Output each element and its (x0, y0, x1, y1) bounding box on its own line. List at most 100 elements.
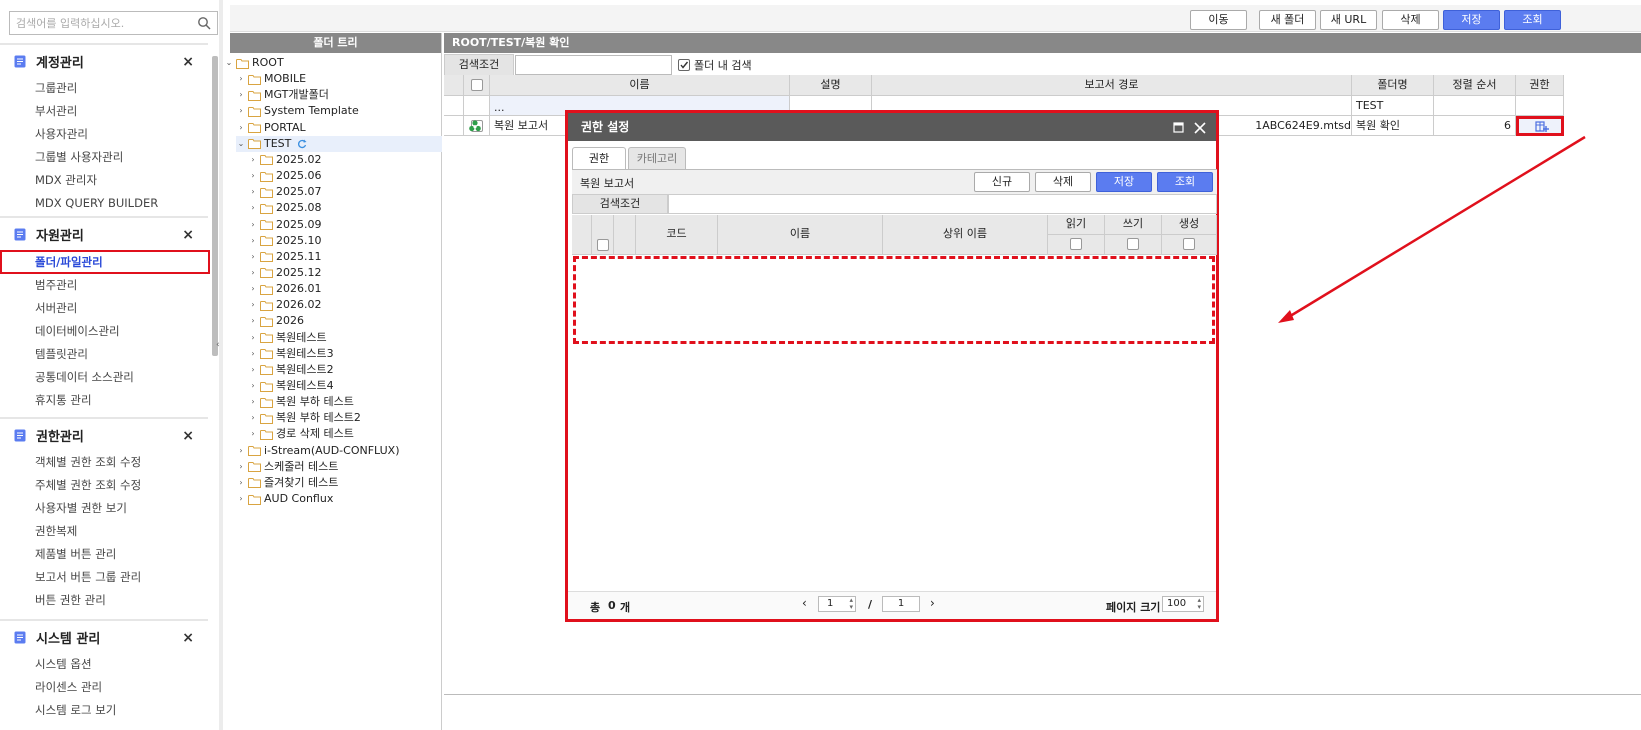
menu-item[interactable]: 폴더/파일관리 (0, 250, 210, 274)
menu-item[interactable]: 버튼 권한 관리 (0, 589, 208, 612)
tree-node[interactable]: › MGT개발폴더 (236, 87, 328, 103)
menu-group-header[interactable]: 자원관리 × (0, 216, 208, 250)
chevron-right-icon[interactable]: › (236, 103, 246, 119)
grid-cell[interactable] (1434, 96, 1516, 116)
collapse-left-icon[interactable]: ‹ (216, 340, 220, 350)
menu-item[interactable]: 시스템 로그 보기 (0, 699, 208, 722)
dialog-search-condition-input[interactable] (668, 194, 1217, 214)
menu-group-header[interactable]: 권한관리 × (0, 417, 208, 451)
folder-name-cell[interactable]: TEST (1352, 96, 1434, 116)
close-icon[interactable]: × (182, 428, 194, 444)
tree-node[interactable]: › AUD Conflux (236, 491, 333, 507)
tree-node[interactable]: › 복원 부하 테스트2 (248, 410, 360, 426)
menu-item[interactable]: 서버관리 (0, 297, 208, 320)
tree-node[interactable]: › 2025.06 (248, 168, 321, 184)
chevron-right-icon[interactable]: › (248, 233, 258, 249)
chevron-right-icon[interactable]: › (248, 200, 258, 216)
tree-node[interactable]: › i-Stream(AUD-CONFLUX) (236, 443, 399, 459)
permission-cell[interactable] (1516, 116, 1564, 136)
page-input[interactable]: 1 ▴ ▾ (818, 596, 856, 612)
dialog-select-all-checkbox[interactable] (596, 239, 609, 251)
tree-node[interactable]: › System Template (236, 103, 358, 119)
close-icon[interactable]: × (182, 630, 194, 646)
maximize-icon[interactable] (1173, 115, 1184, 133)
sort-order-cell[interactable]: 6 (1434, 116, 1516, 136)
tree-node[interactable]: › 2025.10 (248, 233, 321, 249)
tree-node[interactable]: › 복원테스트2 (248, 362, 333, 378)
chevron-down-icon[interactable]: ⌄ (224, 55, 234, 71)
permission-settings-icon[interactable] (1535, 121, 1549, 133)
close-icon[interactable]: × (182, 227, 194, 243)
tree-node[interactable]: › 스케줄러 테스트 (236, 459, 338, 475)
tree-node[interactable]: › 복원테스트4 (248, 378, 333, 394)
chevron-right-icon[interactable]: › (248, 217, 258, 233)
tree-node[interactable]: › 2025.11 (248, 249, 321, 265)
chevron-right-icon[interactable]: › (248, 152, 258, 168)
chevron-right-icon[interactable]: › (248, 378, 258, 394)
close-icon[interactable] (1194, 114, 1206, 134)
write-all-checkbox[interactable] (1127, 238, 1139, 250)
tree-node[interactable]: › 즐겨찾기 테스트 (236, 475, 338, 491)
select-all-checkbox[interactable] (470, 79, 483, 91)
refresh-icon[interactable] (297, 139, 307, 149)
page-size-input[interactable]: 100 ▴ ▾ (1162, 596, 1204, 612)
menu-item[interactable]: 그룹관리 (0, 77, 208, 100)
chevron-right-icon[interactable]: › (248, 394, 258, 410)
page-spinner-icon[interactable]: ▴ ▾ (849, 597, 853, 611)
chevron-right-icon[interactable]: › (248, 281, 258, 297)
menu-item[interactable]: MDX QUERY BUILDER (0, 192, 208, 215)
delete-button[interactable]: 삭제 (1382, 10, 1439, 30)
tree-node[interactable]: › 2026 (248, 313, 304, 329)
new-folder-button[interactable]: 새 폴더 (1259, 10, 1316, 30)
chevron-right-icon[interactable]: › (248, 330, 258, 346)
tree-node[interactable]: › 2026.02 (248, 297, 321, 313)
chevron-right-icon[interactable]: › (236, 71, 246, 87)
chevron-right-icon[interactable]: › (248, 410, 258, 426)
tree-node[interactable]: › 경로 삭제 테스트 (248, 426, 353, 442)
tree-node[interactable]: › 2025.08 (248, 200, 321, 216)
menu-item[interactable]: 부서관리 (0, 100, 208, 123)
chevron-right-icon[interactable]: › (236, 459, 246, 475)
tab-category[interactable]: 카테고리 (628, 147, 686, 169)
tree-node-test[interactable]: ⌄ TEST (236, 135, 442, 152)
tree-node[interactable]: › 2025.09 (248, 217, 321, 233)
chevron-right-icon[interactable]: › (248, 184, 258, 200)
tree-node[interactable]: › 2025.12 (248, 265, 321, 281)
grid-cell[interactable] (1516, 96, 1564, 116)
dialog-delete-button[interactable]: 삭제 (1035, 172, 1091, 192)
menu-item[interactable]: 보고서 버튼 그룹 관리 (0, 566, 208, 589)
sidebar-splitter[interactable] (219, 0, 223, 730)
chevron-down-icon[interactable]: ⌄ (236, 136, 246, 152)
chevron-right-icon[interactable]: › (236, 87, 246, 103)
tree-node[interactable]: › PORTAL (236, 120, 305, 136)
tree-node-root[interactable]: ⌄ ROOT (224, 55, 284, 71)
read-all-checkbox[interactable] (1070, 238, 1082, 250)
search-input[interactable] (10, 12, 190, 34)
chevron-right-icon[interactable]: › (236, 491, 246, 507)
dialog-save-button[interactable]: 저장 (1096, 172, 1152, 192)
menu-item[interactable]: 주체별 권한 조회 수정 (0, 474, 208, 497)
chevron-right-icon[interactable]: › (248, 265, 258, 281)
dialog-new-button[interactable]: 신규 (974, 172, 1030, 192)
tab-permission[interactable]: 권한 (572, 147, 626, 169)
chevron-right-icon[interactable]: › (248, 249, 258, 265)
tree-node[interactable]: › 2025.02 (248, 152, 321, 168)
grid-cell[interactable] (464, 96, 490, 116)
menu-item[interactable]: 제품별 버튼 관리 (0, 543, 208, 566)
page-size-spinner-icon[interactable]: ▴ ▾ (1197, 597, 1201, 611)
menu-item[interactable]: 공통데이터 소스관리 (0, 366, 208, 389)
save-button[interactable]: 저장 (1443, 10, 1500, 30)
chevron-right-icon[interactable]: › (248, 313, 258, 329)
tree-node[interactable]: › MOBILE (236, 71, 306, 87)
create-all-checkbox[interactable] (1183, 238, 1195, 250)
menu-item[interactable]: 권한복제 (0, 520, 208, 543)
chevron-right-icon[interactable]: › (236, 120, 246, 136)
chevron-right-icon[interactable]: › (248, 426, 258, 442)
sidebar-scrollbar[interactable] (212, 56, 218, 356)
new-url-button[interactable]: 새 URL (1320, 10, 1377, 30)
search-button[interactable]: 조회 (1504, 10, 1561, 30)
menu-item[interactable]: 범주관리 (0, 274, 208, 297)
menu-item[interactable]: MDX 관리자 (0, 169, 208, 192)
search-icon[interactable] (197, 16, 211, 30)
folder-name-cell[interactable]: 복원 확인 (1352, 116, 1434, 136)
